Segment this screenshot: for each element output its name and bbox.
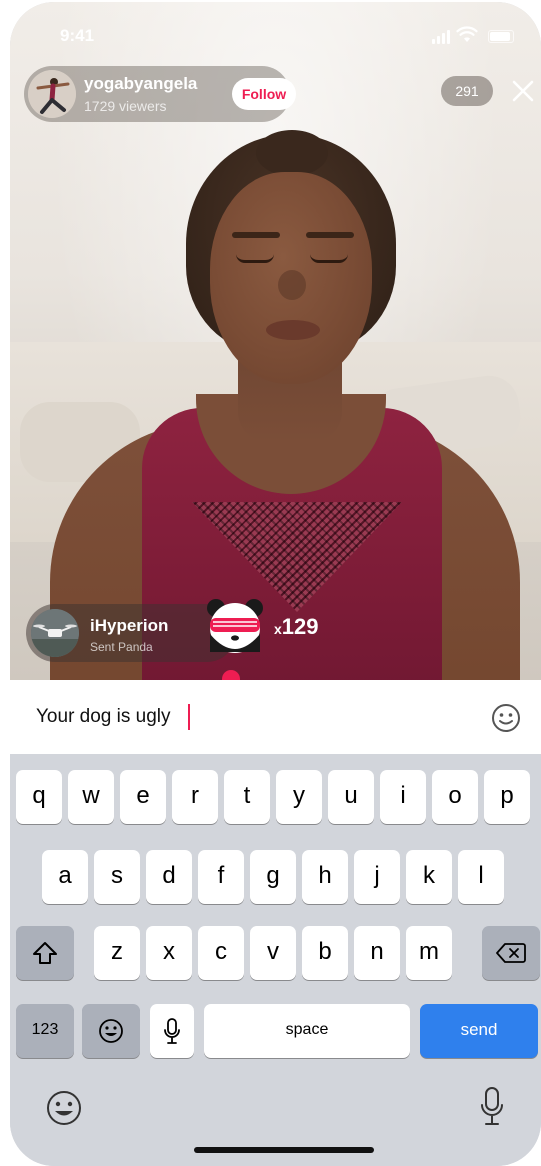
key-r[interactable]: r bbox=[172, 770, 218, 824]
key-h[interactable]: h bbox=[302, 850, 348, 904]
comment-bar bbox=[10, 680, 541, 755]
key-n[interactable]: n bbox=[354, 926, 400, 980]
on-screen-keyboard: q w e r t y u i o p a s d f g h j k l z … bbox=[10, 754, 541, 1166]
key-q[interactable]: q bbox=[16, 770, 62, 824]
key-s[interactable]: s bbox=[94, 850, 140, 904]
numbers-key[interactable]: 123 bbox=[16, 1004, 74, 1058]
emoji-icon[interactable] bbox=[490, 702, 522, 734]
send-key[interactable]: send bbox=[420, 1004, 538, 1058]
key-p[interactable]: p bbox=[484, 770, 530, 824]
key-x[interactable]: x bbox=[146, 926, 192, 980]
gift-sender-name: iHyperion bbox=[90, 616, 169, 635]
wifi-icon bbox=[456, 26, 478, 42]
dictation-key[interactable] bbox=[150, 1004, 194, 1058]
space-key[interactable]: space bbox=[204, 1004, 410, 1058]
gift-sender-avatar bbox=[31, 609, 79, 657]
key-k[interactable]: k bbox=[406, 850, 452, 904]
key-j[interactable]: j bbox=[354, 850, 400, 904]
comment-input[interactable] bbox=[36, 700, 476, 734]
yoga-pose-avatar-icon bbox=[28, 70, 76, 118]
key-y[interactable]: y bbox=[276, 770, 322, 824]
person-nose bbox=[278, 270, 306, 300]
person-eye-closed bbox=[310, 254, 348, 263]
emoji-key[interactable] bbox=[82, 1004, 140, 1058]
emoji-icon bbox=[99, 1019, 123, 1043]
key-t[interactable]: t bbox=[224, 770, 270, 824]
key-d[interactable]: d bbox=[146, 850, 192, 904]
host-username[interactable]: yogabyangela bbox=[84, 74, 197, 94]
viewer-count-badge[interactable]: 291 bbox=[441, 76, 493, 106]
key-l[interactable]: l bbox=[458, 850, 504, 904]
key-m[interactable]: m bbox=[406, 926, 452, 980]
multiplier-prefix: x bbox=[274, 621, 282, 637]
multiplier-value: 129 bbox=[281, 614, 319, 639]
gift-description: Sent Panda bbox=[90, 640, 153, 654]
text-caret bbox=[188, 704, 190, 730]
key-u[interactable]: u bbox=[328, 770, 374, 824]
key-i[interactable]: i bbox=[380, 770, 426, 824]
signal-icon bbox=[432, 30, 450, 44]
person-lips bbox=[266, 320, 320, 340]
phone-screen: 9:41 yogabyangela 1729 viewers Follow 29… bbox=[10, 2, 541, 1166]
close-icon[interactable] bbox=[508, 76, 538, 106]
person-eye-closed bbox=[236, 254, 274, 263]
key-e[interactable]: e bbox=[120, 770, 166, 824]
home-indicator[interactable] bbox=[194, 1147, 374, 1153]
host-info-pill[interactable]: yogabyangela 1729 viewers Follow bbox=[24, 66, 296, 122]
person-hair-bun bbox=[256, 130, 328, 176]
keyboard-row-1: q w e r t y u i o p bbox=[10, 770, 541, 824]
shift-key[interactable] bbox=[16, 926, 74, 980]
battery-icon bbox=[488, 30, 514, 43]
key-c[interactable]: c bbox=[198, 926, 244, 980]
key-g[interactable]: g bbox=[250, 850, 296, 904]
keyboard-row-2: a s d f g h j k l bbox=[10, 850, 541, 904]
drone-avatar-icon bbox=[31, 609, 79, 657]
key-z[interactable]: z bbox=[94, 926, 140, 980]
panda-gift-icon bbox=[207, 599, 263, 653]
status-bar: 9:41 bbox=[10, 2, 541, 66]
host-avatar[interactable] bbox=[28, 70, 76, 118]
person-eyebrow bbox=[306, 232, 354, 238]
key-a[interactable]: a bbox=[42, 850, 88, 904]
host-viewer-count: 1729 viewers bbox=[84, 98, 167, 114]
status-time: 9:41 bbox=[60, 26, 95, 45]
gift-multiplier: x129 bbox=[274, 614, 319, 640]
key-o[interactable]: o bbox=[432, 770, 478, 824]
shift-icon bbox=[33, 942, 57, 964]
keyboard-row-4: 123 space send bbox=[10, 1004, 541, 1058]
follow-button[interactable]: Follow bbox=[232, 78, 296, 110]
person-eyebrow bbox=[232, 232, 280, 238]
keyboard-row-3: z x c v b n m bbox=[10, 926, 541, 980]
backspace-key[interactable] bbox=[482, 926, 540, 980]
key-v[interactable]: v bbox=[250, 926, 296, 980]
key-w[interactable]: w bbox=[68, 770, 114, 824]
backspace-icon bbox=[496, 943, 526, 963]
microphone-icon bbox=[164, 1018, 180, 1044]
key-f[interactable]: f bbox=[198, 850, 244, 904]
microphone-icon[interactable] bbox=[480, 1086, 504, 1128]
emoji-icon[interactable] bbox=[44, 1088, 84, 1128]
key-b[interactable]: b bbox=[302, 926, 348, 980]
